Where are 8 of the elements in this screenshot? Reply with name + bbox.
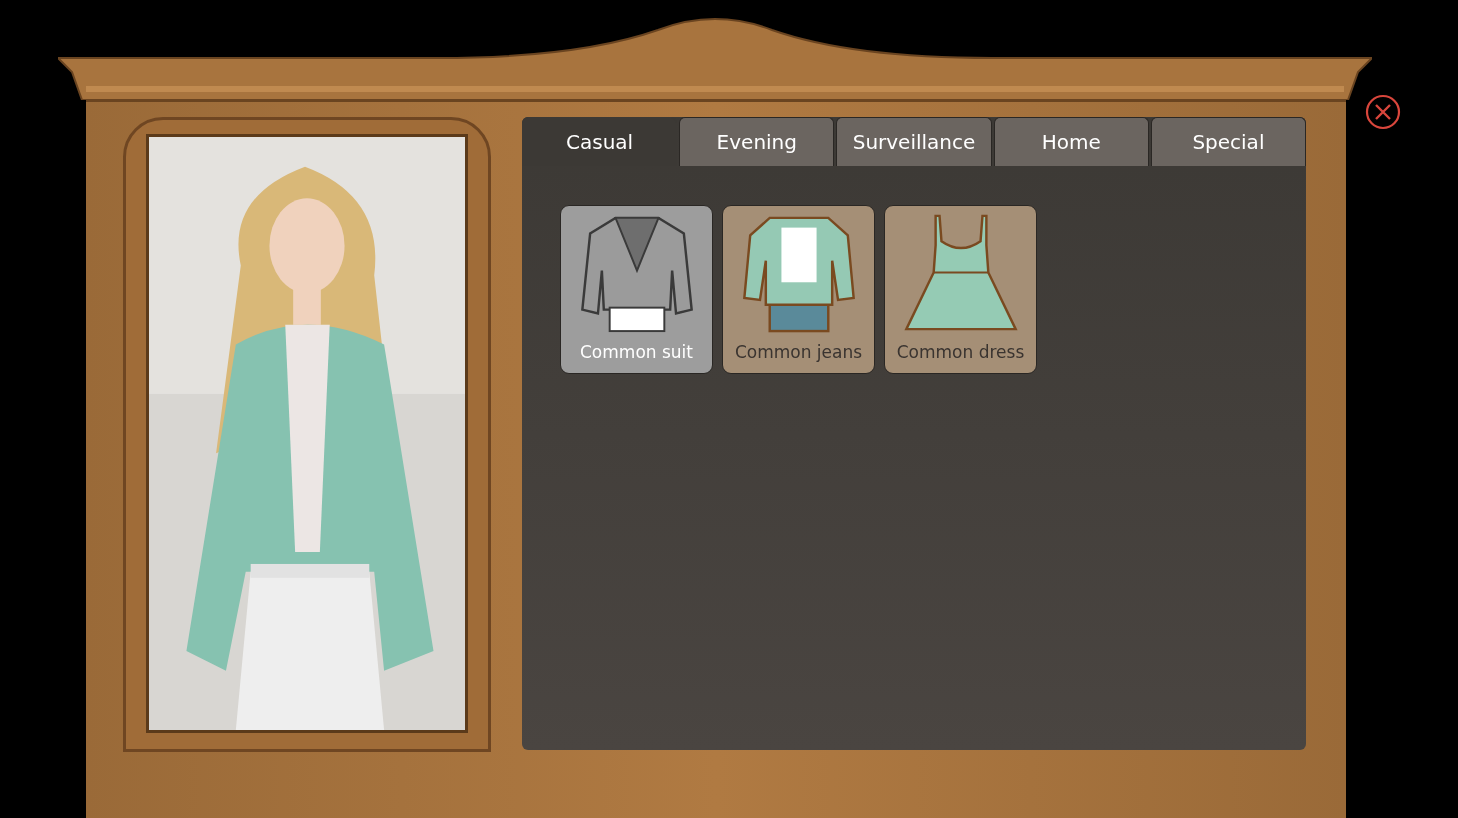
category-tab[interactable]: Home bbox=[993, 117, 1149, 166]
outfit-card[interactable]: Common dress bbox=[884, 205, 1037, 374]
category-tab[interactable]: Special bbox=[1150, 117, 1306, 166]
close-icon bbox=[1365, 94, 1401, 130]
outfit-card[interactable]: Common jeans bbox=[722, 205, 875, 374]
close-button[interactable] bbox=[1365, 94, 1401, 130]
category-tab[interactable]: Surveillance bbox=[836, 117, 992, 166]
category-tab[interactable]: Evening bbox=[679, 117, 835, 166]
